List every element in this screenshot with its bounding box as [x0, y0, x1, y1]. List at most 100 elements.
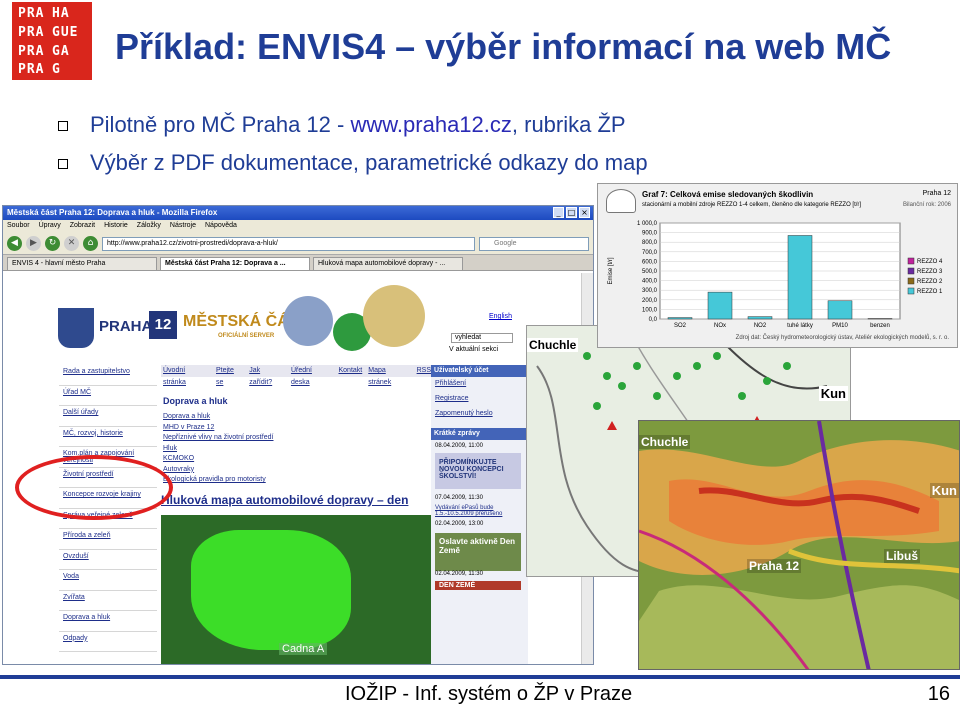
- content-link[interactable]: Autovraky: [163, 466, 274, 477]
- map-label-chuchle: Chuchle: [639, 435, 691, 449]
- search-input[interactable]: Google: [479, 236, 589, 251]
- noise-map-link[interactable]: Hluková mapa automobilové dopravy – den: [161, 493, 408, 507]
- window-title: Městská část Praha 12: Doprava a hluk - …: [7, 208, 218, 217]
- site-header: PRAHA 12 MĚSTSKÁ ČÁST OFICIÁLNÍ SERVER E…: [3, 273, 583, 363]
- forgot-password-link[interactable]: Zapomenutý heslo: [435, 410, 524, 425]
- top-nav-item[interactable]: Ptejte se: [216, 365, 243, 386]
- y-tick-label: 100,0: [642, 307, 658, 313]
- top-nav-item[interactable]: Kontakt: [339, 365, 363, 377]
- chart-plot: 1 000,0 900,0 800,0 700,0 600,0 500,0 400,0 300…: [608, 221, 943, 329]
- bullet-1: Pilotně pro MČ Praha 12 - www.praha12.cz…: [58, 112, 626, 138]
- news-link[interactable]: Vydávání ePasů bude 1.5.-10.5.2009 přeru…: [435, 505, 524, 517]
- tab-hlukova-mapa[interactable]: Hluková mapa automobilové dopravy - ...: [313, 257, 463, 271]
- den-zeme-strip[interactable]: DEN ZEMĚ: [435, 581, 521, 590]
- url-bar[interactable]: http://www.praha12.cz/zivotni-prostredi/…: [102, 236, 475, 251]
- news-heading: Krátké zprávy: [431, 428, 528, 440]
- news-banner[interactable]: PŘIPOMÍNKUJTE NOVOU KONCEPCI ŠKOLSTVÍ!: [435, 453, 521, 489]
- tab-envis[interactable]: ENVIS 4 - hlavní město Praha: [7, 257, 157, 271]
- bar: [707, 291, 733, 320]
- legend-label: REZZO 3: [917, 269, 943, 275]
- minimize-button[interactable]: _: [553, 207, 564, 218]
- logo-text: PRA: [18, 6, 45, 21]
- logo-text: G: [52, 62, 61, 78]
- english-link[interactable]: English: [489, 313, 512, 320]
- top-nav-item[interactable]: Úřední deska: [291, 365, 333, 386]
- logo-text: HA: [52, 6, 70, 21]
- content-link[interactable]: Nepříznivé vlivy na životní prostředí: [163, 434, 274, 445]
- login-link[interactable]: Přihlášení: [435, 380, 524, 395]
- y-tick-label: 500,0: [642, 269, 658, 275]
- map-label-chuchle: Chuchle: [527, 338, 579, 352]
- content-link[interactable]: KCMOKO: [163, 455, 274, 466]
- content-link[interactable]: MHD v Praze 12: [163, 424, 274, 435]
- nav-item[interactable]: Odpady: [59, 632, 157, 652]
- home-icon[interactable]: ⌂: [83, 236, 98, 251]
- header-photo-castle: [363, 285, 425, 347]
- menu-zalozky[interactable]: Záložky: [137, 222, 161, 231]
- x-tick-label: SO2: [674, 323, 687, 329]
- top-nav-item[interactable]: Úvodní stránka: [163, 365, 210, 386]
- y-tick-label: 1 000,0: [637, 221, 658, 227]
- bullet-box-icon: [58, 159, 68, 170]
- nav-item[interactable]: Doprava a hluk: [59, 611, 157, 632]
- forward-icon[interactable]: ▶: [26, 236, 41, 251]
- nav-item[interactable]: Voda: [59, 570, 157, 591]
- slide-title: Příklad: ENVIS4 – výběr informací na web…: [115, 26, 892, 67]
- menu-nastroje[interactable]: Nástroje: [170, 222, 196, 231]
- nav-item[interactable]: Další úřady: [59, 406, 157, 427]
- menu-zobrazit[interactable]: Zobrazit: [70, 222, 95, 231]
- window-titlebar: Městská část Praha 12: Doprava a hluk - …: [3, 206, 593, 220]
- x-tick-label: NOx: [714, 323, 726, 329]
- register-link[interactable]: Registrace: [435, 395, 524, 410]
- logo-text: PRA: [18, 62, 45, 78]
- bar: [787, 235, 813, 320]
- top-nav-item[interactable]: Mapa stránek: [368, 365, 410, 386]
- menu-soubor[interactable]: Soubor: [7, 222, 30, 231]
- nav-item[interactable]: Ovzduší: [59, 550, 157, 570]
- site-search-input[interactable]: vyhledat: [451, 333, 513, 343]
- bullet-text: Výběr z PDF dokumentace, parametrické od…: [90, 150, 648, 175]
- nav-item[interactable]: MČ, rozvoj, historie: [59, 427, 157, 447]
- content-link[interactable]: Doprava a hluk: [163, 413, 274, 424]
- y-tick-label: 0,0: [649, 317, 658, 323]
- noise-map-graphics: [639, 421, 959, 669]
- tab-praha12[interactable]: Městská část Praha 12: Doprava a ...: [160, 257, 310, 271]
- nav-item[interactable]: Zvířata: [59, 591, 157, 611]
- bullet-2: Výběr z PDF dokumentace, parametrické od…: [58, 150, 648, 176]
- news-date: 02.04.2009, 11:30: [435, 571, 483, 577]
- footer-text: IOŽIP - Inf. systém o ŽP v Praze: [345, 683, 633, 705]
- maximize-button[interactable]: □: [566, 207, 577, 218]
- tab-bar: ENVIS 4 - hlavní město Praha Městská čás…: [3, 255, 593, 271]
- stop-icon[interactable]: ✕: [64, 236, 79, 251]
- y-tick-label: 800,0: [642, 240, 658, 246]
- nav-item[interactable]: Příroda a zeleň: [59, 529, 157, 550]
- news-date: 08.04.2009, 11:00: [435, 443, 483, 449]
- den-zeme-banner[interactable]: Oslavte aktivně Den Země: [435, 533, 521, 571]
- legend-swatch: [907, 287, 915, 295]
- chart-year: Bilanční rok: 2006: [902, 202, 951, 208]
- back-icon[interactable]: ◀: [7, 236, 22, 251]
- site-praha: PRAHA: [99, 318, 153, 335]
- chart-subtitle: stacionární a mobilní zdroje REZZO 1-4 c…: [642, 202, 862, 208]
- top-nav-item[interactable]: RSS: [417, 365, 431, 377]
- search-scope-checkbox[interactable]: V aktuální sekci: [449, 346, 498, 353]
- site-oficialni: OFICIÁLNÍ SERVER: [218, 333, 275, 339]
- nav-item[interactable]: Úřad MČ: [59, 386, 157, 406]
- menu-napoveda[interactable]: Nápověda: [205, 222, 237, 231]
- header-photo-people: [283, 296, 333, 346]
- top-nav-item[interactable]: Jak zařídit?: [249, 365, 285, 386]
- praha12-link[interactable]: www.praha12.cz: [350, 112, 511, 137]
- content-link[interactable]: Hluk: [163, 445, 274, 456]
- logo-text: GUE: [52, 24, 79, 40]
- x-tick-label: NO2: [754, 323, 767, 329]
- noise-map-thumbnail[interactable]: Cadna A: [161, 515, 431, 664]
- content-link[interactable]: Ekologická pravidla pro motoristy: [163, 476, 274, 487]
- menu-historie[interactable]: Historie: [104, 222, 128, 231]
- chart-place: Praha 12: [922, 190, 951, 197]
- chart-source: Zdroj dat: Český hydrometeorologický úst…: [735, 335, 949, 341]
- nav-item[interactable]: Rada a zastupitelstvo: [59, 365, 157, 386]
- reload-icon[interactable]: ↻: [45, 236, 60, 251]
- close-button[interactable]: ×: [579, 207, 590, 218]
- menu-upravy[interactable]: Úpravy: [39, 222, 61, 231]
- content-links: Doprava a hluk MHD v Praze 12 Nepříznivé…: [163, 413, 274, 487]
